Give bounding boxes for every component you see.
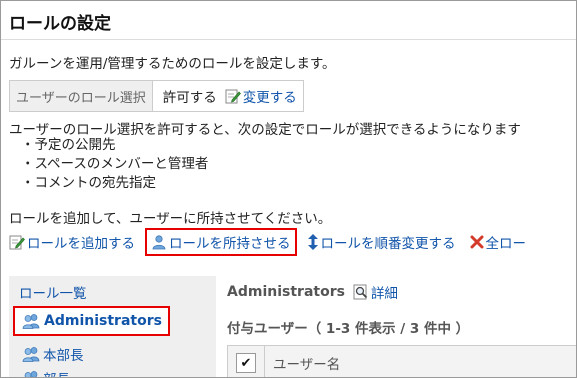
setting-label: ユーザーのロール選択 [10, 81, 153, 111]
add-role-button[interactable]: ロールを追加する [9, 232, 135, 252]
role-detail-header: Administrators 詳細 [227, 282, 398, 302]
role-item-honbucho[interactable]: 本部長 [21, 344, 84, 364]
edit-icon [9, 234, 25, 250]
role-item-label: 部長 [43, 368, 70, 377]
delete-x-icon [470, 235, 484, 249]
change-setting-label: 変更する [242, 90, 297, 106]
user-group-icon [21, 346, 41, 362]
add-role-description: ロールを追加して、ユーザーに所持させてください。 [9, 211, 332, 227]
info-text: ユーザーのロール選択を許可すると、次の設定でロールが選択できるようになります [9, 122, 521, 138]
role-detail-link[interactable]: 詳細 [353, 282, 398, 302]
role-detail-label: 詳細 [370, 286, 398, 302]
change-setting-link[interactable]: 変更する [225, 86, 297, 106]
role-list-pane: ロール一覧 Administrators 本部長 [9, 276, 216, 377]
assign-role-button[interactable]: ロールを所持させる [145, 228, 297, 256]
reorder-role-button[interactable]: ロールを順番変更する [307, 232, 456, 252]
user-group-icon [21, 370, 41, 377]
role-item-label: 本部長 [43, 348, 84, 364]
up-down-arrow-icon [307, 234, 319, 250]
role-selection-setting: ユーザーのロール選択 許可する 変更する [9, 80, 304, 112]
edit-icon [225, 88, 241, 104]
assigned-user-count: 付与ユーザー（ 1-3 件表示 / 3 件中 ） [227, 321, 470, 337]
select-all-checkbox[interactable]: ✔ [236, 353, 256, 373]
column-header-user-name: ユーザー名 [273, 357, 341, 373]
user-table-header: ✔ ユーザー名 [227, 345, 576, 377]
role-toolbar: ロールを追加する ロールを所持させる ロールを順番変更する 全ロー [9, 228, 540, 256]
column-divider [264, 345, 265, 377]
magnifier-icon [353, 284, 369, 300]
role-settings-window: ロールの設定 ガルーンを運用/管理するためのロールを設定します。 ユーザーのロー… [0, 0, 577, 378]
feature-bullet-list: ・予定の公開先 ・スペースのメンバーと管理者 ・コメントの宛先指定 [21, 136, 208, 193]
title-divider [1, 39, 576, 40]
user-icon [151, 234, 167, 250]
page-description: ガルーンを運用/管理するためのロールを設定します。 [9, 56, 336, 72]
role-item-administrators[interactable]: Administrators [13, 306, 170, 336]
add-role-label: ロールを追加する [27, 236, 135, 252]
page-title: ロールの設定 [9, 14, 111, 34]
setting-value-cell: 許可する 変更する [153, 81, 303, 111]
user-group-icon [21, 313, 41, 329]
bullet-item: ・スペースのメンバーと管理者 [21, 156, 209, 172]
delete-all-roles-button[interactable]: 全ロー [470, 232, 527, 252]
delete-all-roles-label: 全ロー [485, 236, 527, 252]
role-item-label: Administrators [44, 313, 162, 329]
assign-role-label: ロールを所持させる [169, 236, 291, 252]
selected-role-name: Administrators [227, 284, 345, 300]
role-list-title: ロール一覧 [19, 286, 87, 302]
role-item-bucho[interactable]: 部長 [21, 368, 70, 377]
bullet-item: ・予定の公開先 [21, 137, 116, 153]
setting-value: 許可する [162, 90, 217, 106]
reorder-role-label: ロールを順番変更する [320, 236, 456, 252]
bullet-item: ・コメントの宛先指定 [21, 175, 156, 191]
